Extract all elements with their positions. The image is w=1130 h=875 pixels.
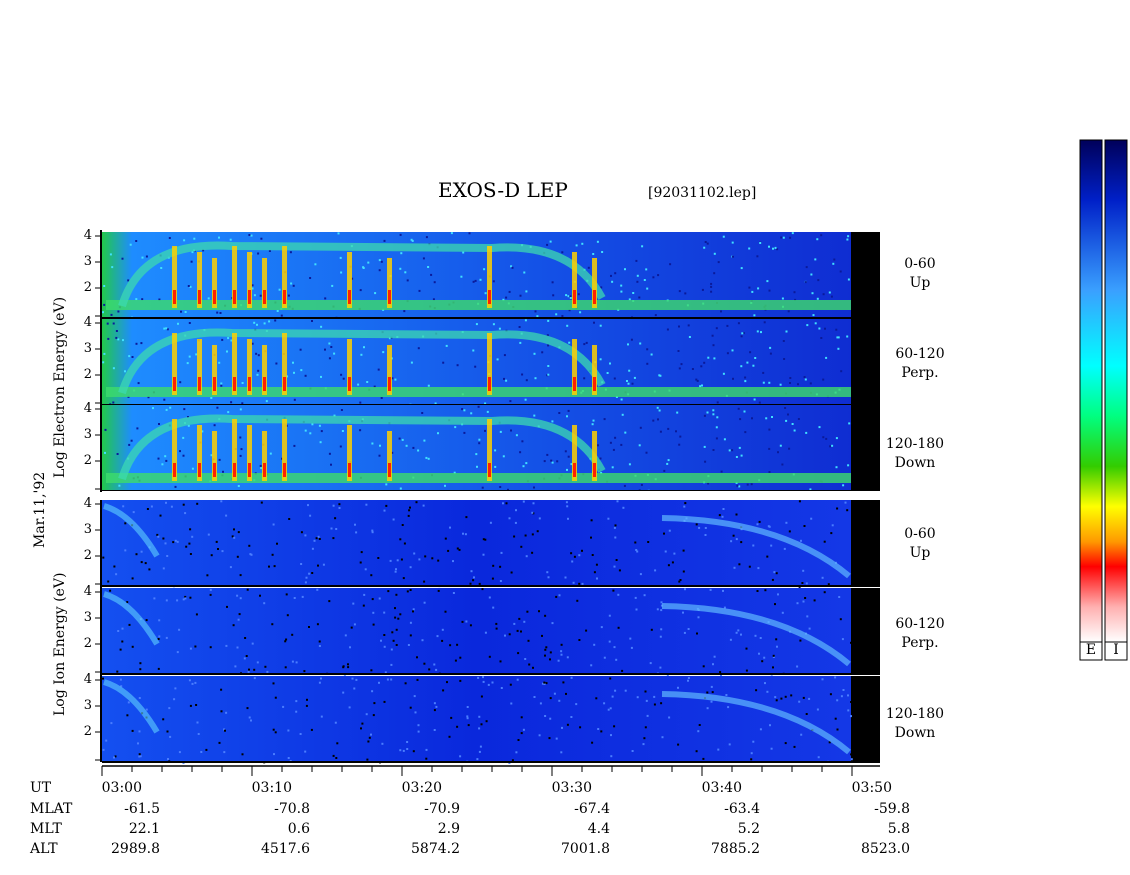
- cell-mlt-2: 2.9: [437, 821, 460, 837]
- row-label-mlat: MLAT: [30, 801, 73, 817]
- spectrogram-panel-4: [102, 500, 880, 588]
- spectrogram-panel-1: [102, 232, 880, 320]
- panel-label-i-up: 0-60 Up: [904, 526, 936, 561]
- spectrogram-panel-3: [102, 405, 880, 493]
- y-tick-label: 2: [83, 367, 92, 382]
- y-axis-label-electron: Log Electron Energy (eV): [52, 296, 68, 478]
- row-label-ut: UT: [30, 780, 52, 796]
- cell-alt-5: 8523.0: [861, 841, 910, 857]
- cell-mlat-4: -63.4: [724, 801, 760, 817]
- colorbar-electron: [1079, 139, 1103, 643]
- y-tick-label: 2: [83, 636, 92, 651]
- y-tick-label: 3: [83, 341, 92, 356]
- y-tick-label: 4: [83, 496, 92, 511]
- y-tick-label: 4: [83, 315, 92, 330]
- cell-mlt-4: 5.2: [737, 821, 760, 837]
- cell-ut-4: 03:40: [701, 780, 742, 796]
- cell-mlt-5: 5.8: [887, 821, 910, 837]
- spectrogram-panel-5: [102, 588, 880, 676]
- y-tick-label: 3: [83, 610, 92, 625]
- spectrogram-panel-6: [102, 676, 880, 764]
- cell-mlat-2: -70.9: [424, 801, 460, 817]
- cell-mlt-3: 4.4: [587, 821, 610, 837]
- y-tick-label: 3: [83, 254, 92, 269]
- cell-ut-0: 03:00: [101, 780, 142, 796]
- spectrogram-plot: [95, 139, 1128, 776]
- y-tick-label: 4: [83, 584, 92, 599]
- cell-alt-4: 7885.2: [711, 841, 760, 857]
- y-tick-label: 2: [83, 724, 92, 739]
- y-tick-label: 3: [83, 522, 92, 537]
- panel-label-e-perp: 60-120 Perp.: [895, 346, 945, 381]
- date-label: Mar.11,'92: [32, 471, 48, 548]
- y-tick-label: 2: [83, 453, 92, 468]
- panel-label-i-perp: 60-120 Perp.: [895, 616, 945, 651]
- cell-alt-0: 2989.8: [111, 841, 160, 857]
- y-tick-label: 2: [83, 280, 92, 295]
- y-tick-label: 4: [83, 401, 92, 416]
- cell-ut-3: 03:30: [551, 780, 592, 796]
- colorbar-label-ion: I: [1113, 642, 1119, 658]
- y-tick-label: 4: [83, 228, 92, 243]
- panel-label-e-up: 0-60 Up: [904, 256, 936, 291]
- y-tick-label: 3: [83, 427, 92, 442]
- colorbar-label-electron: E: [1085, 642, 1097, 658]
- cell-mlt-1: 0.6: [287, 821, 310, 837]
- y-tick-label: 3: [83, 698, 92, 713]
- cell-alt-2: 5874.2: [411, 841, 460, 857]
- cell-mlt-0: 22.1: [128, 821, 160, 837]
- row-label-mlt: MLT: [30, 821, 62, 837]
- y-axis-label-ion: Log Ion Energy (eV): [52, 572, 68, 716]
- cell-alt-1: 4517.6: [261, 841, 310, 857]
- cell-mlat-3: -67.4: [574, 801, 610, 817]
- cell-mlat-0: -61.5: [124, 801, 160, 817]
- cell-ut-1: 03:10: [251, 780, 292, 796]
- cell-alt-3: 7001.8: [561, 841, 610, 857]
- y-tick-label: 4: [83, 672, 92, 687]
- panel-label-e-down: 120-180 Down: [885, 436, 945, 471]
- cell-mlat-1: -70.8: [274, 801, 310, 817]
- cell-ut-2: 03:20: [401, 780, 442, 796]
- cell-mlat-5: -59.8: [874, 801, 910, 817]
- cell-ut-5: 03:50: [851, 780, 892, 796]
- row-label-alt: ALT: [30, 841, 58, 857]
- y-tick-label: 2: [83, 548, 92, 563]
- colorbar-ion: [1104, 139, 1128, 643]
- spectrogram-panel-2: [102, 319, 880, 407]
- panel-label-i-down: 120-180 Down: [885, 706, 945, 741]
